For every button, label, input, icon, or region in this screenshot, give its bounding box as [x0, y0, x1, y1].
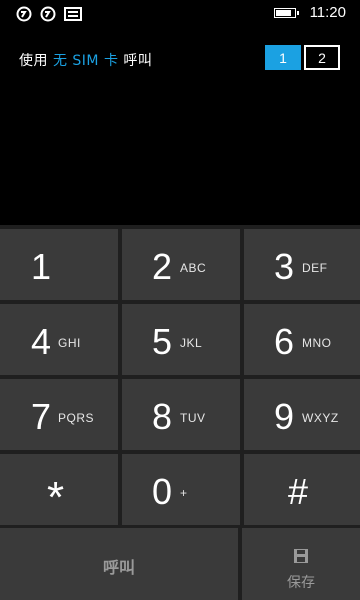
- sim-1-button[interactable]: 1: [265, 45, 301, 70]
- dial-key-digit: *: [47, 473, 65, 522]
- dial-key-6[interactable]: 6 MNO: [244, 304, 360, 375]
- sim-suffix: 呼叫: [123, 53, 153, 69]
- dial-key-9[interactable]: 9 WXYZ: [244, 379, 360, 450]
- battery-icon: [273, 7, 299, 18]
- call-label: 呼叫: [102, 558, 135, 577]
- sim-switcher: 1 2: [265, 45, 340, 70]
- dial-key-digit: 7: [31, 396, 52, 437]
- sim-status-text: 使用 无 SIM 卡 呼叫: [19, 50, 152, 70]
- dial-key-7[interactable]: 7 PQRS: [0, 379, 118, 450]
- dial-key-letters: WXYZ: [302, 411, 339, 425]
- dial-key-digit: 2: [152, 246, 173, 287]
- dial-key-letters: DEF: [302, 261, 328, 275]
- dial-key-digit: 6: [274, 321, 295, 362]
- dial-key-4[interactable]: 4 GHI: [0, 304, 118, 375]
- dial-key-digit: 1: [31, 246, 52, 287]
- sim2-signal-icon: [40, 6, 56, 22]
- call-button[interactable]: 呼叫: [0, 528, 238, 600]
- dial-key-digit: #: [288, 471, 309, 512]
- sim-prefix: 使用: [19, 53, 48, 69]
- dial-key-letters: MNO: [302, 336, 332, 350]
- dial-key-digit: 5: [152, 321, 173, 362]
- clock: 11:20: [309, 4, 346, 21]
- dial-key-1[interactable]: 1: [0, 229, 118, 300]
- dial-key-0[interactable]: 0 +: [122, 454, 240, 525]
- dial-key-letters: PQRS: [58, 411, 95, 425]
- dialpad: 呼叫 保存 1 2 ABC 3 DEF 4 GHI 5 JKL 6 MNO 7 PQRS 8 TUV 9 WXY…: [0, 225, 360, 600]
- dial-key-digit: 3: [274, 246, 295, 287]
- sim1-signal-icon: [16, 6, 32, 22]
- dial-key-5[interactable]: 5 JKL: [122, 304, 240, 375]
- message-icon: [64, 6, 82, 22]
- status-bar: 11:20: [0, 0, 360, 26]
- sim-highlight[interactable]: 无 SIM 卡: [53, 53, 119, 69]
- save-button[interactable]: 保存: [242, 528, 360, 600]
- dial-key-3[interactable]: 3 DEF: [244, 229, 360, 300]
- save-icon: [293, 548, 309, 564]
- status-icons: [16, 6, 82, 22]
- sim-2-button[interactable]: 2: [304, 45, 340, 70]
- dial-key-letters: +: [180, 486, 188, 500]
- dial-key-digit: 0: [152, 471, 173, 512]
- dial-key-letters: ABC: [180, 261, 207, 275]
- dial-key-star[interactable]: *: [0, 454, 118, 525]
- dial-key-8[interactable]: 8 TUV: [122, 379, 240, 450]
- dial-key-digit: 9: [274, 396, 295, 437]
- dial-key-hash[interactable]: #: [244, 454, 360, 525]
- dial-key-letters: JKL: [180, 336, 203, 350]
- save-label: 保存: [287, 575, 315, 591]
- dial-key-letters: TUV: [180, 411, 206, 425]
- dial-key-2[interactable]: 2 ABC: [122, 229, 240, 300]
- dial-key-digit: 4: [31, 321, 52, 362]
- dial-key-letters: GHI: [58, 336, 81, 350]
- dial-key-digit: 8: [152, 396, 173, 437]
